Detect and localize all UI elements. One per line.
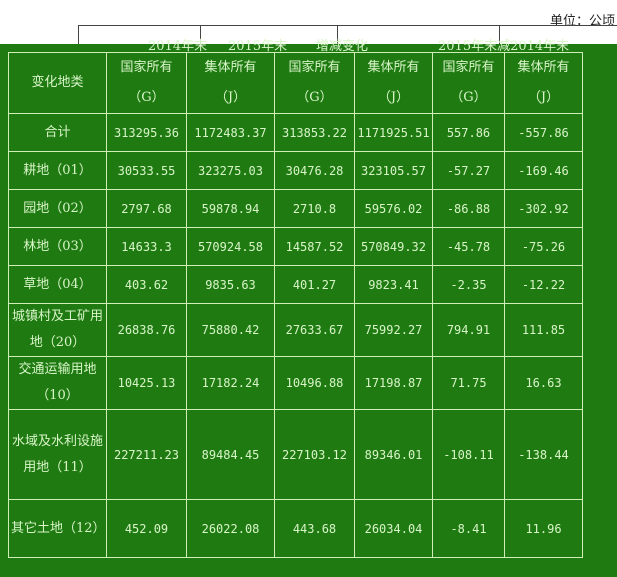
row-value: 1172483.37: [186, 113, 275, 152]
row-value: 14587.52: [274, 227, 355, 266]
table-row: 合计 313295.36 1172483.37 313853.22 1171925.51…: [8, 113, 583, 152]
row-value: 59878.94: [186, 189, 275, 228]
row-category: 耕地（01）: [8, 151, 107, 190]
row-value: 75992.27: [354, 303, 433, 357]
row-value: 30533.55: [106, 151, 187, 190]
row-value: 227211.23: [106, 409, 187, 500]
header-col-6: 集体所有 （J）: [504, 52, 583, 114]
row-value: 59576.02: [354, 189, 433, 228]
row-value: 2797.68: [106, 189, 187, 228]
row-value: 1171925.51: [354, 113, 433, 152]
table-row: 交通运输用地（10） 10425.13 17182.24 10496.88 17198.…: [8, 356, 583, 410]
row-value: 11.96: [504, 499, 583, 558]
row-value: 227103.12: [274, 409, 355, 500]
row-value: 794.91: [432, 303, 505, 357]
row-value: -557.86: [504, 113, 583, 152]
row-value: 75880.42: [186, 303, 275, 357]
row-value: -45.78: [432, 227, 505, 266]
row-value: 10425.13: [106, 356, 187, 410]
row-value: 452.09: [106, 499, 187, 558]
row-value: 16.63: [504, 356, 583, 410]
row-category: 水域及水利设施用地（11）: [8, 409, 107, 500]
row-value: 26034.04: [354, 499, 433, 558]
row-value: 323105.57: [354, 151, 433, 190]
header-col-1: 国家所有 （G）: [106, 52, 187, 114]
header-col-4: 集体所有 （J）: [354, 52, 433, 114]
row-category: 城镇村及工矿用地（20）: [8, 303, 107, 357]
row-value: 323275.03: [186, 151, 275, 190]
row-value: 71.75: [432, 356, 505, 410]
table-row: 城镇村及工矿用地（20） 26838.76 75880.42 27633.67 7599…: [8, 303, 583, 357]
row-value: 111.85: [504, 303, 583, 357]
row-value: -169.46: [504, 151, 583, 190]
row-value: 17198.87: [354, 356, 433, 410]
row-value: 443.68: [274, 499, 355, 558]
row-value: 313853.22: [274, 113, 355, 152]
table-row: 草地（04） 403.62 9835.63 401.27 9823.41 -2.35 -12…: [8, 265, 583, 304]
row-value: -75.26: [504, 227, 583, 266]
row-value: -57.27: [432, 151, 505, 190]
row-category: 草地（04）: [8, 265, 107, 304]
row-value: -2.35: [432, 265, 505, 304]
row-value: 26022.08: [186, 499, 275, 558]
row-value: 401.27: [274, 265, 355, 304]
row-value: 570849.32: [354, 227, 433, 266]
row-value: 9835.63: [186, 265, 275, 304]
row-value: 89484.45: [186, 409, 275, 500]
row-value: 27633.67: [274, 303, 355, 357]
table-row: 其它土地（12） 452.09 26022.08 443.68 26034.04 -8.4…: [8, 499, 583, 558]
row-value: 26838.76: [106, 303, 187, 357]
table-header-row: 变化地类 国家所有 （G） 集体所有 （J） 国家所有 （G） 集体所有 （J） 国家所…: [8, 52, 583, 114]
header-col-2: 集体所有 （J）: [186, 52, 275, 114]
row-value: 403.62: [106, 265, 187, 304]
table-row: 耕地（01） 30533.55 323275.03 30476.28 323105.57…: [8, 151, 583, 190]
row-value: 30476.28: [274, 151, 355, 190]
row-value: -8.41: [432, 499, 505, 558]
row-value: 557.86: [432, 113, 505, 152]
header-col-3: 国家所有 （G）: [274, 52, 355, 114]
row-category: 合计: [8, 113, 107, 152]
row-value: -302.92: [504, 189, 583, 228]
row-value: 570924.58: [186, 227, 275, 266]
row-category: 交通运输用地（10）: [8, 356, 107, 410]
table-row: 园地（02） 2797.68 59878.94 2710.8 59576.02 -86.8…: [8, 189, 583, 228]
row-value: -12.22: [504, 265, 583, 304]
header-category: 变化地类: [8, 52, 107, 114]
row-value: -138.44: [504, 409, 583, 500]
row-category: 园地（02）: [8, 189, 107, 228]
row-value: 14633.3: [106, 227, 187, 266]
table-row: 林地（03） 14633.3 570924.58 14587.52 570849.32-…: [8, 227, 583, 266]
row-value: 9823.41: [354, 265, 433, 304]
row-category: 林地（03）: [8, 227, 107, 266]
row-value: -86.88: [432, 189, 505, 228]
header-col-5: 国家所有 （G）: [432, 52, 505, 114]
row-value: 89346.01: [354, 409, 433, 500]
table-row: 水域及水利设施用地（11） 227211.23 89484.45 227103.12 8…: [8, 409, 583, 500]
row-value: 17182.24: [186, 356, 275, 410]
row-category: 其它土地（12）: [8, 499, 107, 558]
land-change-table: 变化地类 国家所有 （G） 集体所有 （J） 国家所有 （G） 集体所有 （J） 国家所…: [8, 52, 583, 558]
row-value: 2710.8: [274, 189, 355, 228]
row-value: 313295.36: [106, 113, 187, 152]
row-value: 10496.88: [274, 356, 355, 410]
row-value: -108.11: [432, 409, 505, 500]
